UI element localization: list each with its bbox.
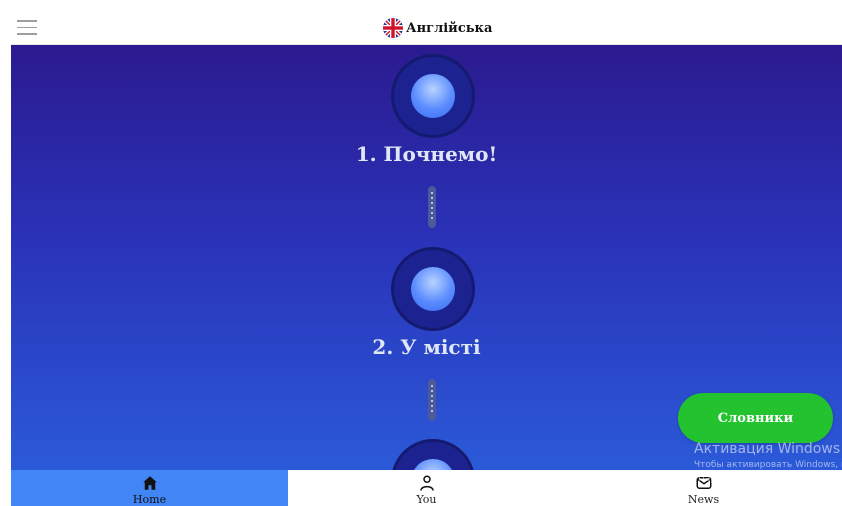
tab-home[interactable]: Home bbox=[11, 470, 288, 506]
top-app-bar: Англійська bbox=[11, 11, 842, 45]
mail-icon bbox=[696, 477, 711, 489]
uk-flag-icon bbox=[383, 18, 403, 38]
path-connector-2 bbox=[428, 379, 436, 421]
lesson-1-circle[interactable] bbox=[391, 54, 475, 138]
lesson-1-orb bbox=[411, 74, 455, 118]
lesson-2-title[interactable]: 2. У місті bbox=[11, 335, 842, 359]
lesson-2-circle[interactable] bbox=[391, 247, 475, 331]
tab-news[interactable]: News bbox=[565, 470, 842, 506]
path-connector-1 bbox=[428, 186, 436, 228]
tab-home-label: Home bbox=[132, 493, 167, 506]
tab-you[interactable]: You bbox=[288, 470, 565, 506]
person-icon bbox=[419, 475, 434, 491]
lesson-1-title[interactable]: 1. Почнемо! bbox=[11, 142, 842, 166]
home-icon bbox=[142, 476, 157, 490]
dictionaries-button[interactable]: Словники bbox=[678, 393, 833, 443]
bottom-navigation: Home You News bbox=[11, 470, 842, 506]
lesson-2-orb bbox=[411, 267, 455, 311]
tab-you-label: You bbox=[416, 493, 437, 506]
lesson-3-circle[interactable] bbox=[391, 439, 475, 472]
tab-news-label: News bbox=[687, 493, 720, 506]
page-title: Англійська bbox=[383, 18, 492, 38]
page-title-text: Англійська bbox=[406, 20, 493, 36]
hamburger-menu-icon[interactable] bbox=[17, 20, 37, 36]
